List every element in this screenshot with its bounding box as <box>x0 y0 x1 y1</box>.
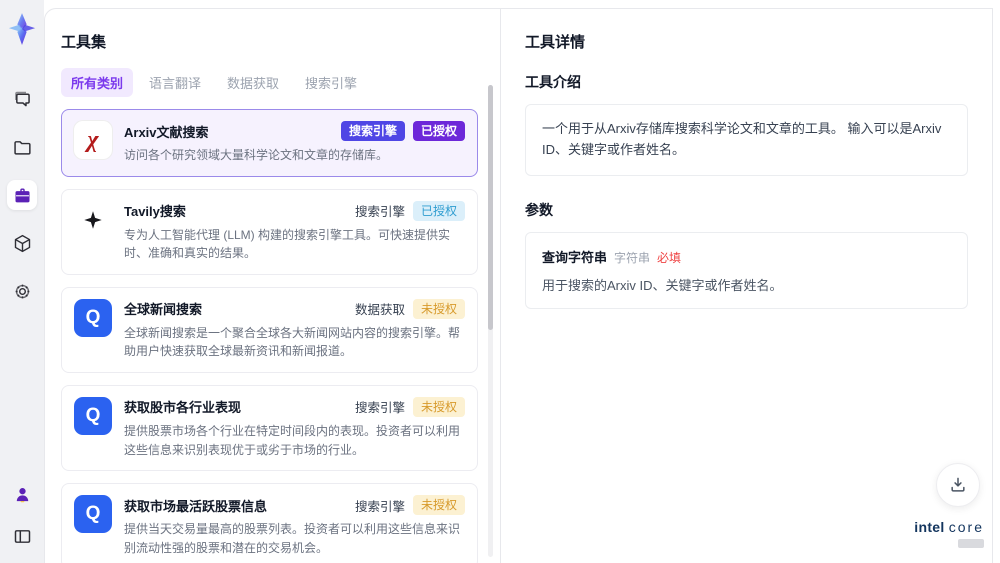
tool-list-item[interactable]: χ Arxiv文献搜索 搜索引擎 已授权 访问各个研究领域大量科学论文和文章的存… <box>61 109 478 177</box>
tool-name: 获取股市各行业表现 <box>124 400 242 416</box>
intro-text: 一个用于从Arxiv存储库搜索科学论文和文章的工具。 输入可以是Arxiv ID… <box>525 104 968 176</box>
category-tab[interactable]: 语言翻译 <box>139 68 211 97</box>
param-type: 字符串 <box>614 250 651 265</box>
page-title: 工具集 <box>61 34 107 51</box>
tool-icon: Q <box>74 396 112 435</box>
tool-category-badge: 搜索引擎 <box>354 401 405 416</box>
tool-icon: Q <box>74 298 112 337</box>
params-heading: 参数 <box>525 201 553 218</box>
tool-list-item[interactable]: Q 获取市场最活跃股票信息 搜索引擎 未授权 提供当天交易量最高的股票列表。投资… <box>61 483 478 563</box>
tool-description: 提供当天交易量最高的股票列表。投资者可以利用这些信息来识别流动性强的股票和潜在的… <box>124 522 461 555</box>
tool-icon: Q <box>74 495 112 534</box>
intel-badge <box>958 539 984 548</box>
main-window: 工具集 所有类别 语言翻译 数据获取 搜索引擎 χ Arxiv文献搜索 搜索引擎 已授… <box>44 8 993 563</box>
chat-icon[interactable] <box>7 84 37 114</box>
core-wordmark: core <box>948 519 984 535</box>
tool-auth-badge: 未授权 <box>412 298 465 319</box>
tool-list: χ Arxiv文献搜索 搜索引擎 已授权 访问各个研究领域大量科学论文和文章的存… <box>61 109 478 563</box>
tool-auth-badge: 已授权 <box>412 200 465 221</box>
left-sidebar <box>0 0 44 563</box>
detail-title: 工具详情 <box>525 34 586 51</box>
briefcase-icon[interactable] <box>7 180 37 210</box>
tool-name: 获取市场最活跃股票信息 <box>124 498 268 514</box>
tool-auth-badge: 未授权 <box>412 495 465 516</box>
tool-description: 专为人工智能代理 (LLM) 构建的搜索引擎工具。可快速提供实时、准确和真实的结… <box>124 227 451 261</box>
tool-category-badge: 搜索引擎 <box>354 499 405 514</box>
category-tab[interactable]: 所有类别 <box>61 68 134 97</box>
category-tab[interactable]: 搜索引擎 <box>295 68 367 97</box>
tool-auth-badge: 未授权 <box>412 396 465 417</box>
tavily-star-icon <box>84 210 102 229</box>
category-tabs: 所有类别 语言翻译 数据获取 搜索引擎 <box>61 68 478 97</box>
tool-list-item[interactable]: Q 全球新闻搜索 数据获取 未授权 全球新闻搜索是一个聚合全球各大新闻网站内容的… <box>61 286 478 373</box>
param-card: 查询字符串 字符串 必填 用于搜索的Arxiv ID、关键字或作者姓名。 <box>525 231 968 309</box>
tool-description: 全球新闻搜索是一个聚合全球各大新闻网站内容的搜索引擎。帮助用户快速获取全球最新资… <box>124 325 461 359</box>
category-tab[interactable]: 数据获取 <box>217 68 289 97</box>
tool-category-badge: 数据获取 <box>354 303 405 318</box>
package-icon[interactable] <box>7 228 37 258</box>
tool-description: 访问各个研究领域大量科学论文和文章的存储库。 <box>124 148 389 162</box>
tool-name: Tavily搜索 <box>124 204 186 220</box>
gear-icon[interactable] <box>7 276 37 306</box>
param-header: 查询字符串 字符串 必填 <box>542 247 951 266</box>
tool-name: Arxiv文献搜索 <box>124 124 209 140</box>
download-button[interactable] <box>936 463 980 507</box>
tool-list-item[interactable]: Q 获取股市各行业表现 搜索引擎 未授权 提供股票市场各个行业在特定时间段内的表… <box>61 384 478 472</box>
tool-category-badge: 搜索引擎 <box>354 205 405 220</box>
intel-wordmark: intel <box>914 519 945 535</box>
folder-icon[interactable] <box>7 132 37 162</box>
param-name: 查询字符串 <box>542 249 608 265</box>
scrollbar-track[interactable] <box>488 85 493 557</box>
param-description: 用于搜索的Arxiv ID、关键字或作者姓名。 <box>542 277 783 293</box>
tool-icon <box>74 200 112 239</box>
param-required-badge: 必填 <box>657 250 682 265</box>
tool-description: 提供股票市场各个行业在特定时间段内的表现。投资者可以利用这些信息来识别表现优于或… <box>124 423 461 457</box>
avatar-icon[interactable] <box>7 479 37 509</box>
tool-auth-badge: 已授权 <box>412 121 465 141</box>
download-icon <box>951 477 965 492</box>
intel-core-logo: intel core <box>914 519 984 551</box>
tool-name: 全球新闻搜索 <box>124 302 203 318</box>
intro-heading: 工具介绍 <box>525 74 581 90</box>
panel-toggle-icon[interactable] <box>7 521 37 551</box>
app-logo-gem-icon[interactable] <box>7 12 37 46</box>
tool-detail-panel: 工具详情 工具介绍 一个用于从Arxiv存储库搜索科学论文和文章的工具。 输入可… <box>501 9 992 563</box>
scrollbar-thumb[interactable] <box>488 85 493 331</box>
toolset-panel: 工具集 所有类别 语言翻译 数据获取 搜索引擎 χ Arxiv文献搜索 搜索引擎 已授… <box>45 9 501 563</box>
tool-category-badge: 搜索引擎 <box>340 121 405 141</box>
tool-icon: χ <box>74 121 112 159</box>
tool-list-item[interactable]: Tavily搜索 搜索引擎 已授权 专为人工智能代理 (LLM) 构建的搜索引擎… <box>61 188 478 275</box>
